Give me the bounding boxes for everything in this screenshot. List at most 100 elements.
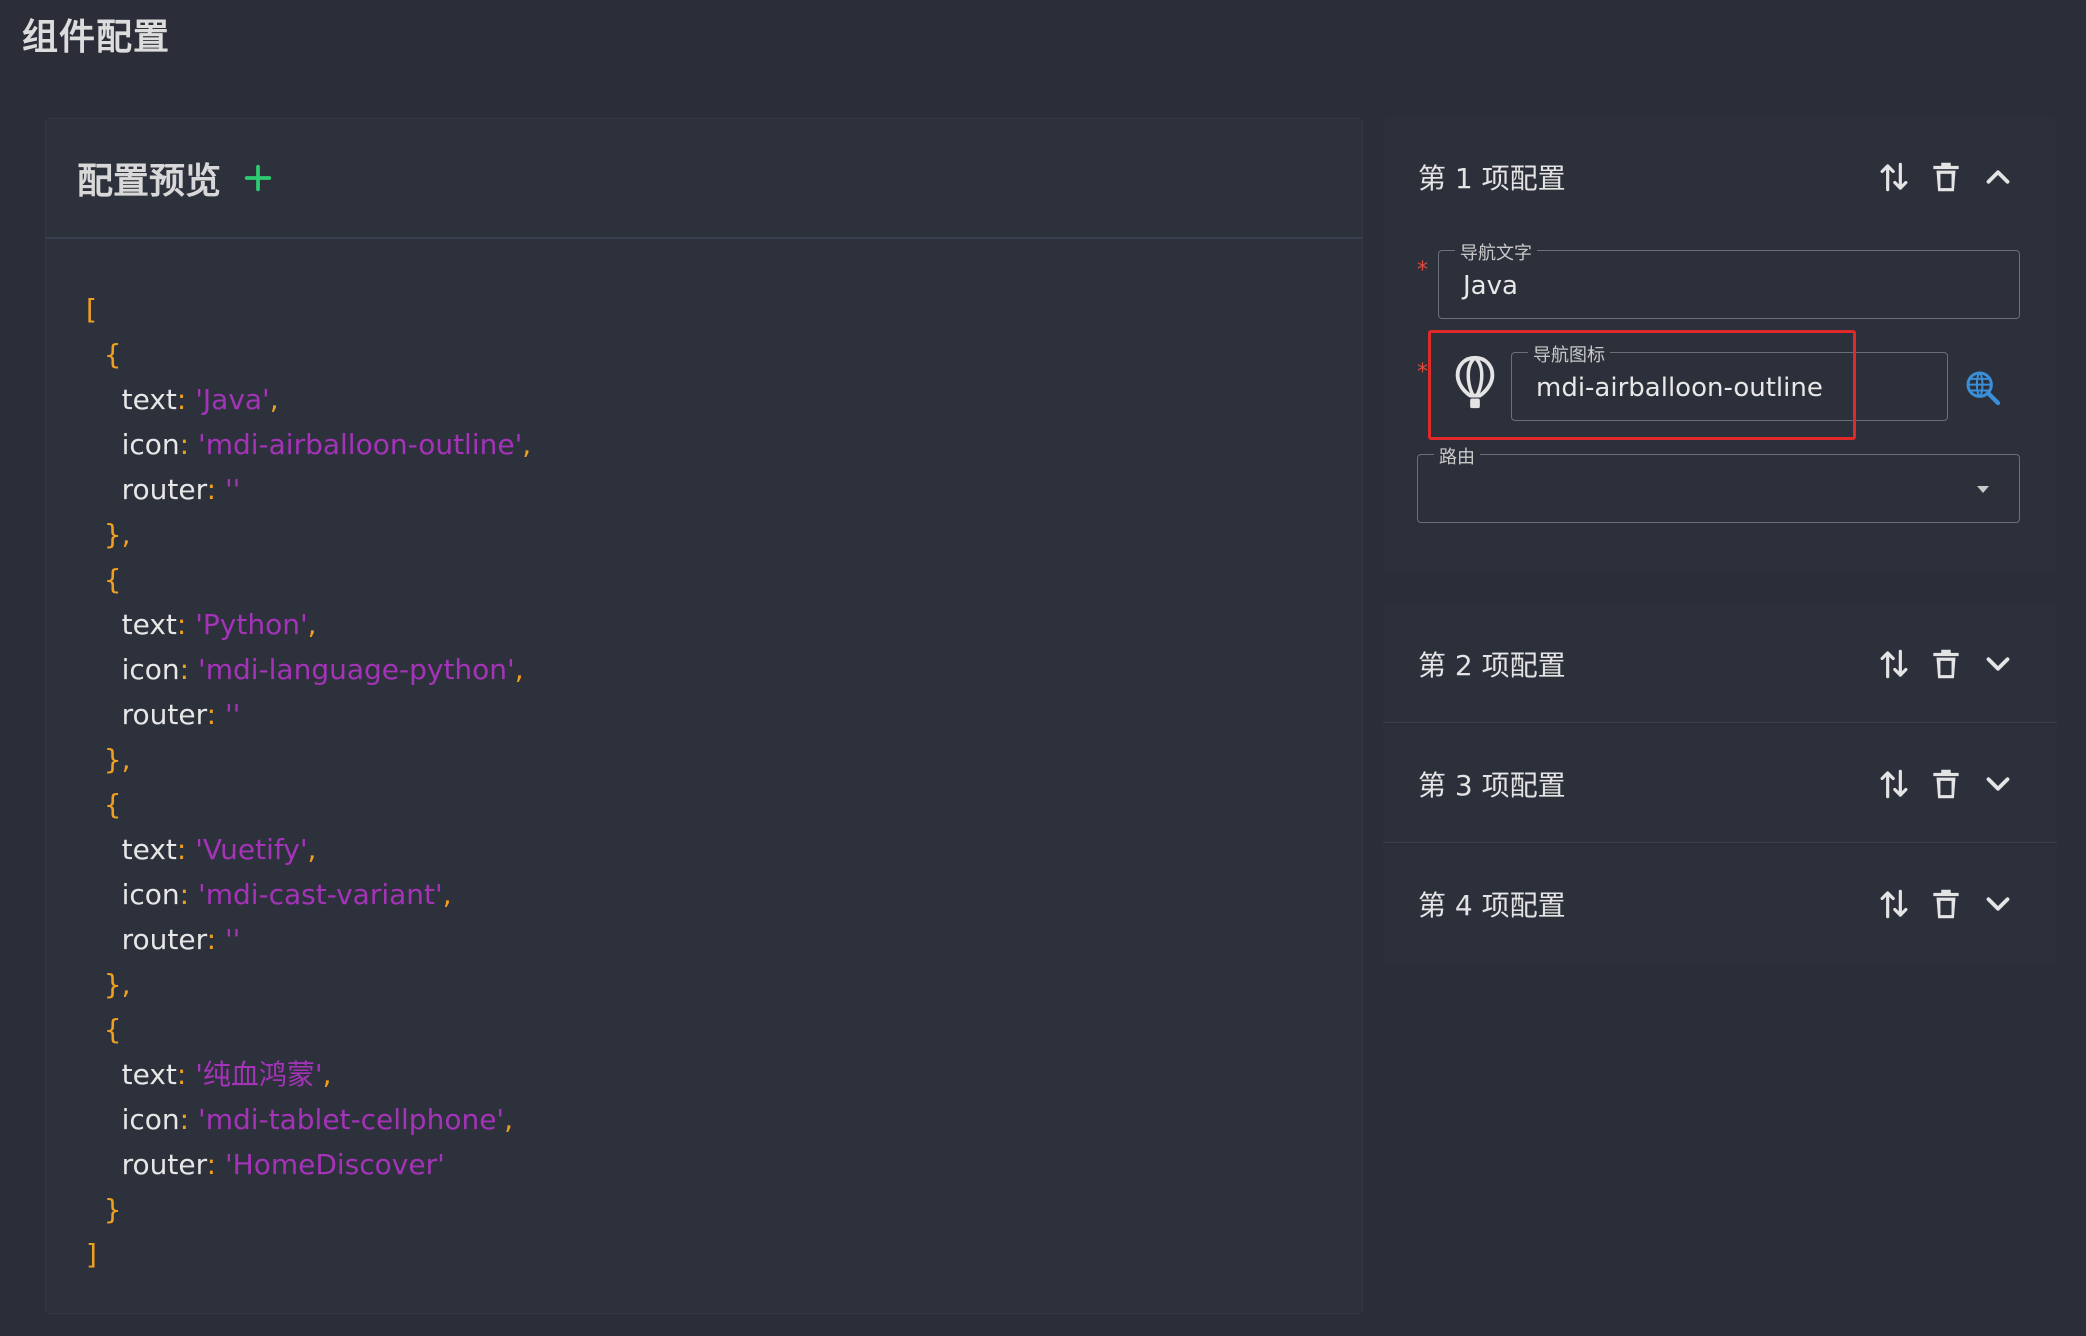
highlight-box: [1428, 330, 1856, 440]
chevron-down-icon[interactable]: [1979, 645, 2017, 683]
code-token: text: [86, 833, 177, 866]
trash-icon[interactable]: [1927, 645, 1965, 683]
swap-vertical-icon[interactable]: [1875, 645, 1913, 683]
config-item-4: 第 4 项配置: [1383, 845, 2057, 963]
chevron-down-icon[interactable]: [1979, 765, 2017, 803]
code-token: 'mdi-airballoon-outline': [198, 428, 523, 461]
code-line: {: [86, 332, 531, 377]
code-token: {: [86, 563, 122, 596]
trash-icon[interactable]: [1927, 765, 1965, 803]
preview-header: 配置预览: [46, 119, 1362, 239]
route-select[interactable]: 路由: [1417, 443, 2020, 523]
code-token: 'Vuetify': [195, 833, 308, 866]
code-token: 'HomeDiscover': [224, 1148, 445, 1181]
code-token: :: [176, 383, 196, 416]
config-item-label: 第 3 项配置: [1418, 769, 1566, 802]
config-item-2-header[interactable]: 第 2 项配置: [1383, 605, 2057, 723]
code-token: :: [176, 833, 196, 866]
code-token: router: [86, 923, 207, 956]
code-line: }: [86, 1187, 531, 1232]
code-line: router: '': [86, 692, 531, 737]
code-token: text: [86, 1058, 177, 1091]
trash-icon[interactable]: [1927, 885, 1965, 923]
code-token: '纯血鸿蒙': [195, 1058, 323, 1091]
code-token: ,: [442, 878, 452, 911]
code-token: ,: [269, 383, 279, 416]
code-token: :: [176, 608, 196, 641]
page-title: 组件配置: [22, 17, 171, 58]
chevron-up-icon[interactable]: [1979, 158, 2017, 196]
config-item-1-header[interactable]: 第 1 项配置: [1383, 118, 2057, 236]
code-token: 'mdi-cast-variant': [198, 878, 443, 911]
code-token: '': [224, 698, 241, 731]
code-token: 'Python': [195, 608, 308, 641]
code-token: text: [86, 383, 177, 416]
code-token: {: [86, 338, 122, 371]
code-token: '': [224, 473, 241, 506]
code-line: {: [86, 782, 531, 827]
required-marker: *: [1417, 258, 1428, 283]
config-item-label: 第 1 项配置: [1418, 162, 1566, 195]
code-token: :: [179, 1103, 198, 1136]
nav-text-field[interactable]: 导航文字 Java: [1438, 239, 2020, 319]
swap-vertical-icon[interactable]: [1875, 885, 1913, 923]
chevron-down-icon[interactable]: [1979, 885, 2017, 923]
code-token: router: [86, 1148, 207, 1181]
code-line: text: '纯血鸿蒙',: [86, 1052, 531, 1097]
code-line: text: 'Python',: [86, 602, 531, 647]
nav-text-value[interactable]: Java: [1463, 271, 1518, 301]
code-line: icon: 'mdi-airballoon-outline',: [86, 422, 532, 467]
code-token: },: [86, 743, 131, 776]
config-item-3: 第 3 项配置: [1383, 725, 2057, 843]
code-token: :: [176, 1058, 196, 1091]
config-item-4-header[interactable]: 第 4 项配置: [1383, 845, 2057, 963]
code-line: text: 'Vuetify',: [86, 827, 531, 872]
code-line: icon: 'mdi-cast-variant',: [86, 872, 531, 917]
code-token: icon: [86, 1103, 180, 1136]
code-token: 'mdi-language-python': [198, 653, 515, 686]
code-token: '': [224, 923, 241, 956]
code-token: },: [86, 518, 131, 551]
plus-icon[interactable]: [241, 161, 275, 195]
config-item-1: 第 1 项配置 * 导航文字 Java * 导航图标 mdi-airballoo…: [1383, 118, 2057, 574]
code-token: :: [179, 878, 198, 911]
config-item-label: 第 2 项配置: [1418, 649, 1566, 682]
code-line: icon: 'mdi-tablet-cellphone',: [86, 1097, 531, 1142]
config-item-2: 第 2 项配置: [1383, 605, 2057, 723]
field-label: 导航文字: [1455, 239, 1537, 265]
code-line: },: [86, 737, 531, 782]
code-token: [: [86, 293, 97, 326]
code-token: icon: [86, 428, 180, 461]
code-token: ,: [514, 653, 524, 686]
preview-title: 配置预览: [77, 161, 222, 202]
config-item-label: 第 4 项配置: [1418, 889, 1566, 922]
code-token: ,: [307, 833, 317, 866]
code-line: icon: 'mdi-language-python',: [86, 647, 531, 692]
code-line: },: [86, 962, 531, 1007]
code-line: {: [86, 557, 531, 602]
code-line: [: [86, 287, 531, 332]
menu-down-icon[interactable]: [1973, 479, 1993, 499]
swap-vertical-icon[interactable]: [1875, 158, 1913, 196]
field-label: 路由: [1434, 443, 1480, 469]
trash-icon[interactable]: [1927, 158, 1965, 196]
code-token: ,: [307, 608, 317, 641]
code-token: ,: [322, 1058, 332, 1091]
code-line: router: '': [86, 917, 531, 962]
config-code-preview: [ { text: 'Java', icon: 'mdi-airballoon-…: [86, 287, 531, 1277]
code-token: {: [86, 788, 122, 821]
code-line: text: 'Java',: [86, 377, 531, 422]
swap-vertical-icon[interactable]: [1875, 765, 1913, 803]
code-token: ,: [504, 1103, 514, 1136]
code-line: },: [86, 512, 531, 557]
code-token: 'mdi-tablet-cellphone': [198, 1103, 505, 1136]
code-token: :: [206, 698, 225, 731]
code-line: router: 'HomeDiscover': [86, 1142, 531, 1187]
code-token: {: [86, 1013, 122, 1046]
code-token: 'Java': [195, 383, 270, 416]
code-token: :: [179, 653, 198, 686]
web-search-icon[interactable]: [1963, 368, 2003, 408]
code-token: ]: [86, 1238, 97, 1271]
code-token: router: [86, 698, 207, 731]
config-item-3-header[interactable]: 第 3 项配置: [1383, 725, 2057, 843]
